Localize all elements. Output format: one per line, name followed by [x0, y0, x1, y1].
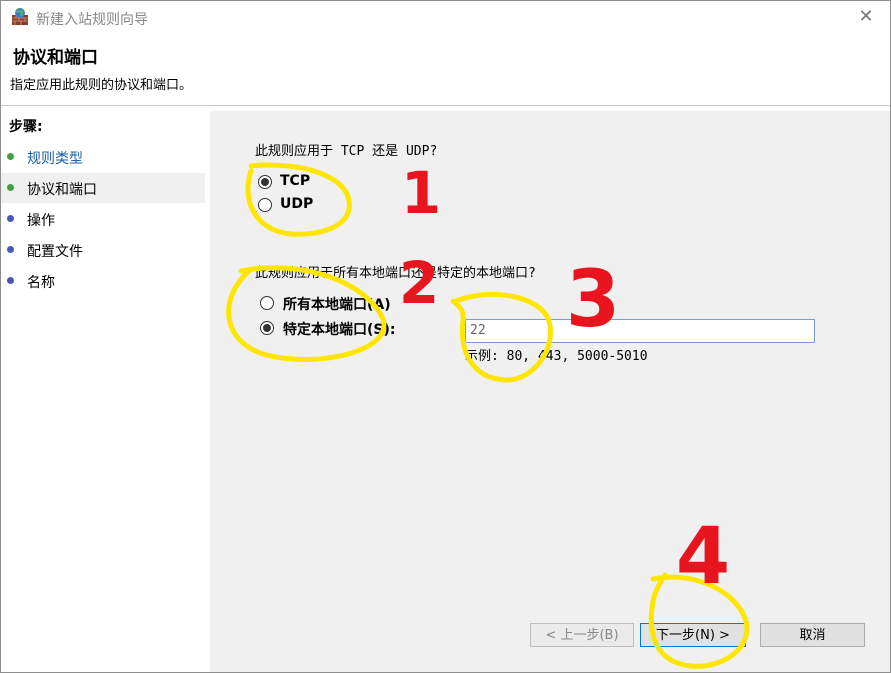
step-status-icon — [7, 215, 14, 222]
port-example-hint: 示例: 80, 443, 5000-5010 — [465, 349, 648, 364]
page-title: 协议和端口 — [13, 48, 98, 68]
sidebar-item-protocol-ports[interactable]: 协议和端口 — [1, 173, 205, 203]
sidebar-item-action[interactable]: 操作 — [1, 204, 205, 234]
window-title: 新建入站规则向导 — [36, 12, 148, 28]
ports-question: 此规则应用于所有本地端口还是特定的本地端口? — [255, 266, 536, 281]
step-status-icon — [7, 277, 14, 284]
sidebar-item-label: 操作 — [27, 213, 55, 229]
header-divider — [1, 105, 890, 106]
step-status-icon — [7, 153, 14, 160]
main-panel: 此规则应用于 TCP 还是 UDP? TCP UDP 此规则应用于所有本地端口还… — [210, 111, 890, 672]
wizard-window: 新建入站规则向导 ✕ 协议和端口 指定应用此规则的协议和端口。 步骤: 规则类型… — [0, 0, 891, 673]
steps-sidebar: 步骤: 规则类型 协议和端口 操作 配置文件 名称 — [1, 111, 206, 672]
page-subtitle: 指定应用此规则的协议和端口。 — [10, 78, 193, 93]
udp-label[interactable]: UDP — [280, 196, 313, 212]
sidebar-item-label: 配置文件 — [27, 244, 83, 260]
step-status-icon — [7, 246, 14, 253]
protocol-question: 此规则应用于 TCP 还是 UDP? — [255, 144, 438, 159]
sidebar-item-rule-type[interactable]: 规则类型 — [1, 142, 205, 172]
all-ports-label[interactable]: 所有本地端口(A) — [283, 294, 391, 314]
title-bar: 新建入站规则向导 ✕ — [1, 1, 890, 35]
tcp-label[interactable]: TCP — [280, 173, 310, 189]
close-icon: ✕ — [858, 6, 874, 27]
firewall-icon — [12, 8, 28, 25]
specific-ports-radio[interactable] — [260, 321, 274, 335]
sidebar-item-label: 协议和端口 — [27, 182, 97, 198]
sidebar-item-label: 名称 — [27, 275, 55, 291]
next-button[interactable]: 下一步(N) > — [640, 623, 746, 647]
cancel-button[interactable]: 取消 — [760, 623, 865, 647]
back-button[interactable]: < 上一步(B) — [530, 623, 634, 647]
step-status-icon — [7, 184, 14, 191]
specific-ports-label[interactable]: 特定本地端口(S): — [283, 319, 395, 339]
sidebar-item-profile[interactable]: 配置文件 — [1, 235, 205, 265]
udp-radio[interactable] — [258, 198, 272, 212]
close-button[interactable]: ✕ — [856, 7, 876, 27]
port-input[interactable]: 22 — [465, 319, 815, 343]
all-ports-radio[interactable] — [260, 296, 274, 310]
tcp-radio[interactable] — [258, 175, 272, 189]
steps-heading: 步骤: — [9, 119, 43, 135]
sidebar-item-label: 规则类型 — [27, 151, 83, 167]
sidebar-item-name[interactable]: 名称 — [1, 266, 205, 296]
